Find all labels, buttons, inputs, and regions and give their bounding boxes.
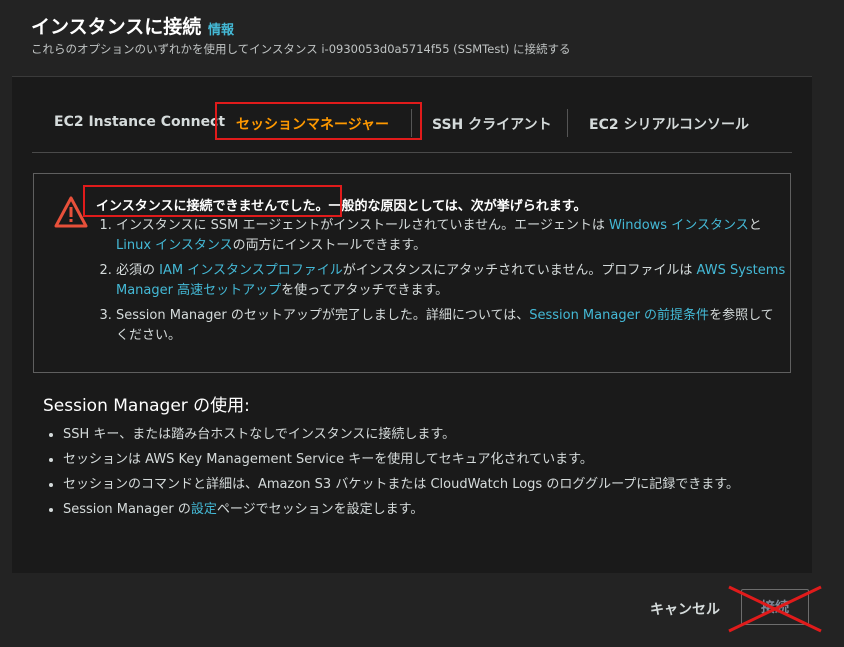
tab-bar: EC2 Instance Connect セッションマネージャー SSH クライ… [32,102,792,153]
tab-divider [411,109,412,137]
page-subtitle: これらのオプションのいずれかを使用してインスタンス i-0930053d0a57… [31,42,571,56]
annotation-highlight-box [215,102,422,140]
list-item: SSH キー、または踏み台ホストなしでインスタンスに接続します。 [63,422,823,447]
linux-instance-link[interactable]: Linux インスタンス [116,238,233,253]
cause-item: 必須の IAM インスタンスプロファイルがインスタンスにアタッチされていません。… [116,261,786,301]
list-item: セッションのコマンドと詳細は、Amazon S3 バケットまたは CloudWa… [63,472,823,497]
text: を使ってアタッチできます。 [281,283,449,298]
text: Session Manager の [63,502,191,517]
cause-item: Session Manager のセットアップが完了しました。詳細については、S… [116,306,786,346]
settings-link[interactable]: 設定 [191,502,217,517]
tab-ec2-instance-connect[interactable]: EC2 Instance Connect [54,114,225,130]
cause-list: インスタンスに SSM エージェントがインストールされていません。エージェントは… [96,216,786,351]
tab-ec2-serial-console[interactable]: EC2 シリアルコンソール [589,114,749,134]
prerequisites-link[interactable]: Session Manager の前提条件 [529,308,709,323]
list-item: セッションは AWS Key Management Service キーを使用し… [63,447,823,472]
text: 必須の [116,263,160,278]
cancel-button[interactable]: キャンセル [640,595,730,623]
connect-button[interactable]: 接続 [741,589,809,625]
modal-header: インスタンスに接続 情報 これらのオプションのいずれかを使用してインスタンス i… [0,0,844,76]
usage-list: SSH キー、または踏み台ホストなしでインスタンスに接続します。 セッションは … [43,422,823,522]
windows-instance-link[interactable]: Windows インスタンス [609,218,749,233]
cause-item: インスタンスに SSM エージェントがインストールされていません。エージェントは… [116,216,786,256]
alert-title-rest: 一般的な原因としては、次が挙げられます。 [328,199,587,214]
usage-title: Session Manager の使用: [43,396,250,416]
tab-divider [567,109,568,137]
page-title: インスタンスに接続 [31,16,202,38]
text: がインスタンスにアタッチされていません。プロファイルは [342,263,697,278]
info-link[interactable]: 情報 [208,19,234,38]
tab-ssh-client[interactable]: SSH クライアント [432,114,552,134]
iam-instance-profile-link[interactable]: IAM インスタンスプロファイル [159,263,343,278]
text: Session Manager のセットアップが完了しました。詳細については、 [116,308,530,323]
annotation-highlight-box [83,185,342,217]
text: の両方にインストールできます。 [232,238,427,253]
warning-alert: インスタンスに接続できませんでした。一般的な原因としては、次が挙げられます。 イ… [33,173,791,373]
text: と [748,218,762,233]
list-item: Session Manager の設定ページでセッションを設定します。 [63,497,823,522]
text: インスタンスに SSM エージェントがインストールされていません。エージェントは [116,218,610,233]
content-panel: EC2 Instance Connect セッションマネージャー SSH クライ… [12,76,812,574]
modal-footer: キャンセル 接続 [0,573,844,647]
text: ページでセッションを設定します。 [216,502,424,517]
